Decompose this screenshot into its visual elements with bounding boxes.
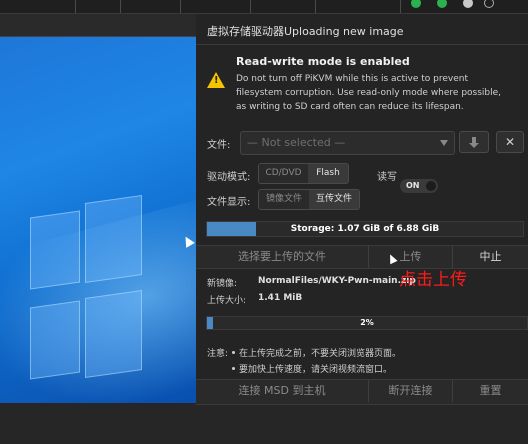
file-display-images[interactable]: 镜像文件 (259, 190, 309, 209)
wallpaper-window-pane (30, 300, 80, 380)
top-menu-bar (0, 0, 528, 14)
status-icon[interactable] (463, 0, 473, 8)
bottom-area (0, 403, 528, 444)
drive-mode-toggle[interactable]: CD/DVD Flash (258, 163, 349, 184)
new-image-label: 新镜像: (207, 279, 238, 289)
chevron-down-icon (440, 140, 448, 146)
panel-title: 虚拟存储驱动器Uploading new image (207, 25, 404, 38)
reset-button[interactable]: 重置 (453, 380, 528, 402)
file-select[interactable]: — Not selected — (240, 131, 455, 155)
file-label: 文件: (207, 140, 231, 151)
menu-divider (180, 0, 181, 13)
msd-panel: 虚拟存储驱动器Uploading new image ! Read-write … (196, 14, 528, 405)
file-select-placeholder: — Not selected — (247, 136, 346, 149)
download-icon (469, 137, 479, 148)
file-display-toggle[interactable]: 镜像文件 互传文件 (258, 189, 360, 210)
disconnect-button[interactable]: 断开连接 (369, 380, 452, 402)
connect-msd-button[interactable]: 连接 MSD 到主机 (196, 380, 368, 402)
close-icon: ✕ (504, 135, 516, 149)
warning-text: Do not turn off PiKVM while this is acti… (236, 74, 502, 112)
upload-size-label: 上传大小: (207, 296, 247, 306)
delete-button[interactable]: ✕ (496, 131, 524, 153)
download-button[interactable] (459, 131, 489, 153)
status-icon[interactable] (437, 0, 447, 8)
remote-desktop-view[interactable] (0, 14, 196, 403)
connect-action-row: 连接 MSD 到主机 断开连接 重置 (196, 379, 528, 405)
menu-divider (250, 0, 251, 13)
annotation-text: 点击上传 (399, 270, 467, 290)
stream-window-header (0, 14, 196, 37)
drive-mode-cd-dvd[interactable]: CD/DVD (259, 164, 308, 183)
warning-icon: ! (207, 72, 225, 88)
file-display-label: 文件显示: (207, 197, 251, 208)
upload-progress-text: 2% (360, 318, 374, 327)
drive-mode-label: 驱动模式: (207, 172, 251, 183)
storage-text: Storage: 1.07 GiB of 6.88 GiB (290, 224, 440, 234)
menu-divider (75, 0, 76, 13)
wallpaper-window-pane (30, 210, 80, 290)
bullet (232, 367, 235, 370)
panel-header: 虚拟存储驱动器Uploading new image (196, 14, 528, 45)
wallpaper-window-pane (85, 194, 142, 284)
toggle-knob (426, 181, 436, 191)
new-image-value: NormalFiles/WKY-Pwn-main.zip (258, 276, 416, 286)
rw-label: 读写 (377, 172, 397, 183)
rw-toggle[interactable]: ON (400, 179, 438, 193)
drive-mode-flash[interactable]: Flash (308, 164, 348, 183)
bullet (232, 351, 235, 354)
power-icon[interactable] (484, 0, 494, 8)
upload-action-row: 选择要上传的文件 上传 中止 (196, 245, 528, 269)
upload-progress-bar: 2% (206, 316, 528, 330)
wallpaper-window-pane (85, 289, 142, 379)
notes-label: 注意: (207, 349, 229, 359)
storage-bar: Storage: 1.07 GiB of 6.88 GiB (206, 221, 524, 237)
upload-size-value: 1.41 MiB (258, 293, 303, 303)
select-upload-file-button[interactable]: 选择要上传的文件 (196, 246, 368, 268)
menu-divider (120, 0, 121, 13)
rw-toggle-state: ON (406, 181, 420, 190)
note-item: 在上传完成之前，不要关闭浏览器页面。 (239, 349, 402, 359)
notes: 注意: 在上传完成之前，不要关闭浏览器页面。 要加快上传速度，请关闭视频流窗口。 (207, 346, 401, 375)
menu-divider (400, 0, 401, 13)
warning-box: ! Read-write mode is enabled Do not turn… (207, 52, 507, 122)
status-icon[interactable] (411, 0, 421, 8)
note-item: 要加快上传速度，请关闭视频流窗口。 (239, 365, 393, 375)
menu-divider (315, 0, 316, 13)
file-display-transfer[interactable]: 互传文件 (309, 190, 359, 209)
warning-title: Read-write mode is enabled (236, 55, 410, 68)
